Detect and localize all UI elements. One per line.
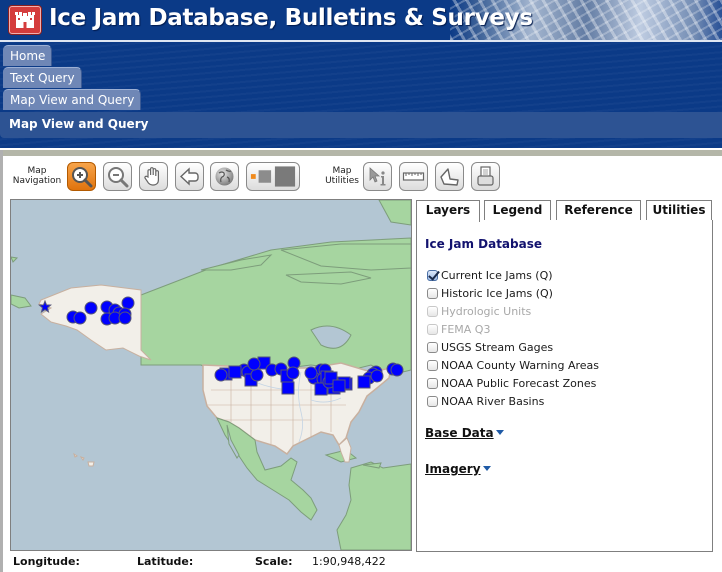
ice-jam-marker-square[interactable]: [228, 365, 242, 379]
scale-squares-icon: [250, 166, 296, 187]
checkbox[interactable]: [427, 360, 438, 371]
ice-jam-marker-circle[interactable]: [390, 363, 404, 377]
ice-jam-marker-circle[interactable]: [121, 296, 135, 310]
land-hawaii: [73, 452, 95, 467]
identify-button[interactable]: [363, 162, 392, 191]
map-view[interactable]: [10, 199, 412, 551]
ice-jam-marker-circle[interactable]: [286, 366, 300, 380]
hand-icon: [144, 167, 159, 186]
page: Ice Jam Database, Bulletins & Surveys Ho…: [0, 0, 722, 572]
checkbox[interactable]: [427, 288, 438, 299]
identify-icon: [369, 167, 386, 186]
scale-label: Scale:: [255, 555, 293, 568]
area-button[interactable]: [435, 162, 464, 191]
print-button[interactable]: [471, 162, 500, 191]
checkbox: [427, 324, 438, 335]
ice-jam-marker-circle[interactable]: [214, 368, 228, 382]
nav-tab-home[interactable]: Home: [3, 45, 53, 66]
printer-icon: [477, 166, 494, 186]
ice-jam-marker-circle[interactable]: [304, 366, 318, 380]
longitude-label: Longitude:: [13, 555, 80, 568]
ice-jam-marker-circle[interactable]: [370, 369, 384, 383]
tab-layers[interactable]: Layers: [416, 200, 480, 222]
ice-jam-marker-square[interactable]: [281, 381, 295, 395]
globe-icon: [215, 167, 234, 186]
ice-jam-marker-circle[interactable]: [250, 368, 264, 382]
map-canvas[interactable]: [11, 200, 411, 550]
layer-label: USGS Stream Gages: [441, 341, 554, 354]
main-nav: Home Text Query Map View and Query Map V…: [0, 42, 722, 148]
checkbox[interactable]: [427, 270, 438, 281]
land-latin-america: [216, 417, 411, 550]
base-data-toggle[interactable]: Base Data: [425, 426, 504, 440]
tab-legend[interactable]: Legend: [484, 200, 551, 221]
layer-label: NOAA Public Forecast Zones: [441, 377, 597, 390]
divider-bar: [0, 150, 722, 156]
zoom-in-button[interactable]: [67, 162, 96, 191]
previous-extent-button[interactable]: [175, 162, 204, 191]
chevron-down-icon: [495, 430, 504, 435]
castle-icon: [9, 6, 41, 34]
section-label: Base Data: [425, 426, 494, 440]
checkbox[interactable]: [427, 342, 438, 353]
header-banner: Ice Jam Database, Bulletins & Surveys: [0, 0, 722, 42]
checkbox[interactable]: [427, 396, 438, 407]
checkbox[interactable]: [427, 378, 438, 389]
layer-label: Historic Ice Jams (Q): [441, 287, 553, 300]
ice-jam-marker-circle[interactable]: [118, 311, 132, 325]
layer-label: Hydrologic Units: [441, 305, 532, 318]
zoom-scale-button[interactable]: [246, 162, 300, 191]
tab-reference[interactable]: Reference: [556, 200, 641, 221]
layer-label: NOAA River Basins: [441, 395, 545, 408]
land-alaska: [38, 284, 152, 361]
left-border: [0, 150, 3, 572]
pan-button[interactable]: [139, 162, 168, 191]
section-label: Imagery: [425, 462, 481, 476]
checkbox: [427, 306, 438, 317]
chevron-down-icon: [482, 466, 491, 471]
site-title: Ice Jam Database, Bulletins & Surveys: [49, 5, 533, 31]
layer-label: FEMA Q3: [441, 323, 491, 336]
ice-jam-marker-circle[interactable]: [84, 301, 98, 315]
nav-tab-map-view[interactable]: Map View and Query: [3, 89, 142, 110]
layer-label: NOAA County Warning Areas: [441, 359, 599, 372]
measure-button[interactable]: [399, 162, 428, 191]
back-arrow-icon: [179, 167, 199, 186]
section-title: Map View and Query: [9, 117, 149, 131]
ice-jam-marker-square[interactable]: [332, 379, 346, 393]
zoom-out-button[interactable]: [103, 162, 132, 191]
nav-tab-text-query[interactable]: Text Query: [3, 67, 82, 88]
tab-utilities[interactable]: Utilities: [646, 200, 712, 221]
map-navigation-label: Map Navigation: [12, 166, 62, 186]
latitude-label: Latitude:: [137, 555, 194, 568]
imagery-toggle[interactable]: Imagery: [425, 462, 491, 476]
scale-value: 1:90,948,422: [312, 555, 386, 568]
panel-title: Ice Jam Database: [425, 237, 542, 251]
ice-jam-marker-circle[interactable]: [73, 311, 87, 325]
ice-jam-marker-circle[interactable]: [247, 357, 261, 371]
ice-jam-marker-square[interactable]: [357, 375, 371, 389]
ruler-icon: [402, 172, 425, 181]
polygon-icon: [440, 168, 459, 186]
section-header: Map View and Query: [0, 112, 722, 138]
zoom-out-icon: [108, 167, 129, 188]
full-extent-button[interactable]: [210, 162, 239, 191]
zoom-in-icon: [72, 167, 93, 188]
map-utilities-label: Map Utilities: [325, 166, 359, 186]
layer-label: Current Ice Jams (Q): [441, 269, 553, 282]
